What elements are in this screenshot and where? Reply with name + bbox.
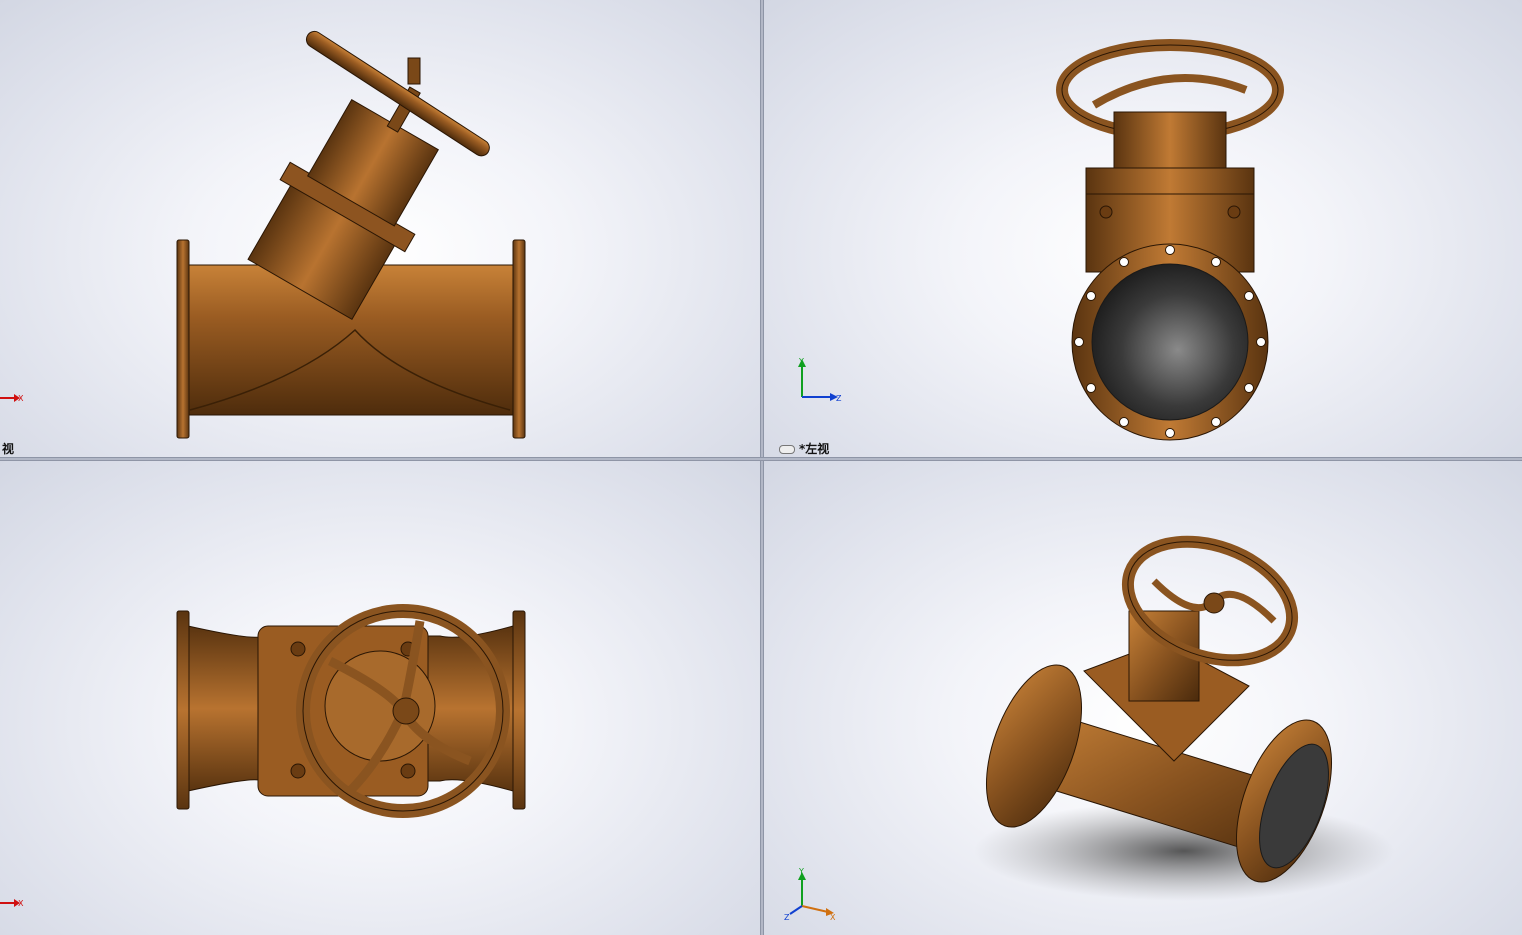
- valve-model-left[interactable]: [764, 0, 1522, 457]
- triad-icon: Y X Z: [784, 867, 836, 921]
- triad-z-label: Z: [836, 394, 842, 403]
- triad-icon: Y Z: [798, 357, 842, 403]
- link-view-icon[interactable]: [779, 445, 795, 454]
- viewport-label-front: 视: [2, 442, 15, 456]
- triad-icon: X: [0, 899, 24, 908]
- right-flange: [512, 610, 526, 810]
- bonnet-upper: [1113, 111, 1227, 171]
- viewport-iso[interactable]: Y X Z: [764, 461, 1522, 935]
- viewport-splitter-vertical[interactable]: [760, 0, 764, 935]
- valve-model-iso[interactable]: [764, 461, 1522, 935]
- triad-y-label: Y: [798, 357, 804, 366]
- stem-nut: [1203, 592, 1225, 614]
- stem-nut: [392, 697, 420, 725]
- triad-x-label: X: [18, 394, 24, 403]
- triad-y-label: Y: [798, 867, 804, 876]
- pipe-bore: [1091, 263, 1249, 421]
- triad-z-label: Z: [784, 913, 790, 921]
- viewport-splitter-horizontal[interactable]: [0, 457, 1522, 461]
- viewport-label-left-text: *左视: [799, 442, 830, 456]
- viewport-front[interactable]: X 视: [0, 0, 760, 457]
- triad-icon: X: [0, 394, 24, 403]
- valve-model-top[interactable]: [0, 461, 760, 935]
- right-flange: [512, 239, 526, 439]
- triad-x-label: X: [18, 899, 24, 908]
- viewport-label-left: *左视: [779, 440, 829, 457]
- left-flange: [176, 610, 190, 810]
- left-flange: [176, 239, 190, 439]
- triad-x-label: X: [830, 913, 836, 921]
- bonnet-flange: [1085, 167, 1255, 195]
- valve-model-front[interactable]: [0, 0, 760, 457]
- viewport-top[interactable]: X: [0, 461, 760, 935]
- viewport-left[interactable]: Y Z *左视: [764, 0, 1522, 457]
